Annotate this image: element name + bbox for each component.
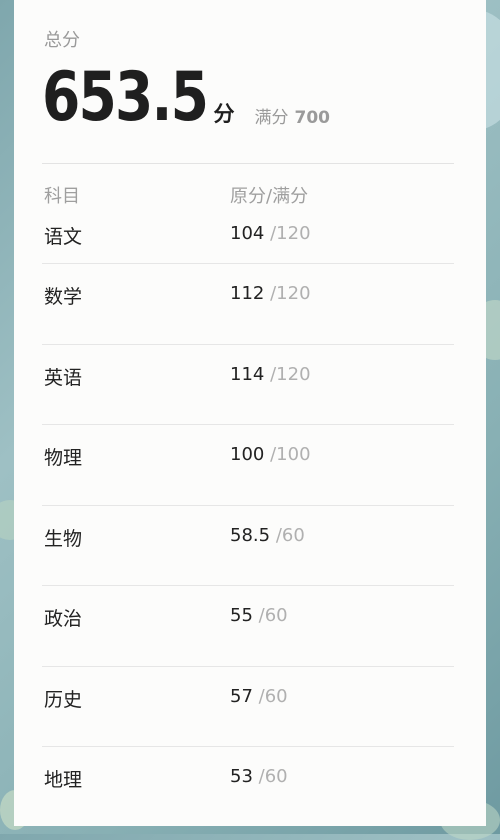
- raw-score: 53: [230, 766, 253, 787]
- full-mark-value: 700: [294, 108, 331, 128]
- max-score: /60: [258, 605, 288, 626]
- total-score-label: 总分: [44, 30, 80, 51]
- subject-name: 地理: [44, 769, 83, 791]
- max-score: /60: [258, 685, 288, 707]
- subject-score: 112 /120: [230, 283, 311, 304]
- max-score: /120: [270, 223, 311, 244]
- table-row: 地理 53 /60: [42, 747, 454, 826]
- table-row: 英语 114 /120: [42, 345, 454, 425]
- table-row: 语文 104 /120: [42, 204, 454, 264]
- full-mark-label: 满分: [254, 108, 289, 128]
- raw-score: 57: [230, 685, 253, 707]
- total-score-value: 653.5: [42, 58, 209, 137]
- score-card: 总分 653.5 分 满分 700 科目 原分/满分 语文 104 /120 数…: [14, 0, 486, 826]
- subject-name: 历史: [44, 688, 83, 711]
- raw-score: 100: [230, 444, 265, 465]
- total-score-summary: 653.5 分 满分 700: [42, 62, 330, 134]
- subject-name: 数学: [44, 286, 83, 308]
- raw-score: 112: [230, 283, 265, 304]
- subject-name: 语文: [44, 226, 83, 248]
- table-row: 历史 57 /60: [42, 667, 454, 747]
- subject-score: 104 /120: [230, 223, 311, 244]
- raw-score: 55: [230, 605, 253, 626]
- subject-name: 政治: [44, 608, 83, 630]
- max-score: /60: [275, 524, 305, 546]
- table-row: 物理 100 /100: [42, 425, 454, 506]
- max-score: /100: [270, 444, 311, 465]
- subject-score: 58.5 /60: [230, 525, 305, 546]
- max-score: /60: [258, 766, 288, 787]
- max-score: /120: [270, 283, 311, 304]
- subject-name: 物理: [44, 447, 83, 469]
- raw-score: 114: [230, 363, 265, 385]
- raw-score: 104: [230, 223, 265, 244]
- subject-score: 57 /60: [230, 686, 288, 707]
- subject-score: 100 /100: [230, 444, 311, 465]
- score-table: 科目 原分/满分 语文 104 /120 数学 112 /120 英语 114 …: [42, 164, 454, 826]
- subject-score: 55 /60: [230, 605, 288, 626]
- max-score: /120: [270, 363, 311, 385]
- table-row: 数学 112 /120: [42, 264, 454, 345]
- subject-name: 英语: [44, 366, 83, 389]
- raw-score: 58.5: [230, 524, 271, 546]
- total-score-unit: 分: [213, 102, 235, 126]
- subject-name: 生物: [44, 527, 83, 550]
- subject-score: 53 /60: [230, 766, 288, 787]
- table-row: 政治 55 /60: [42, 586, 454, 667]
- table-row: 生物 58.5 /60: [42, 506, 454, 586]
- subject-score: 114 /120: [230, 364, 311, 385]
